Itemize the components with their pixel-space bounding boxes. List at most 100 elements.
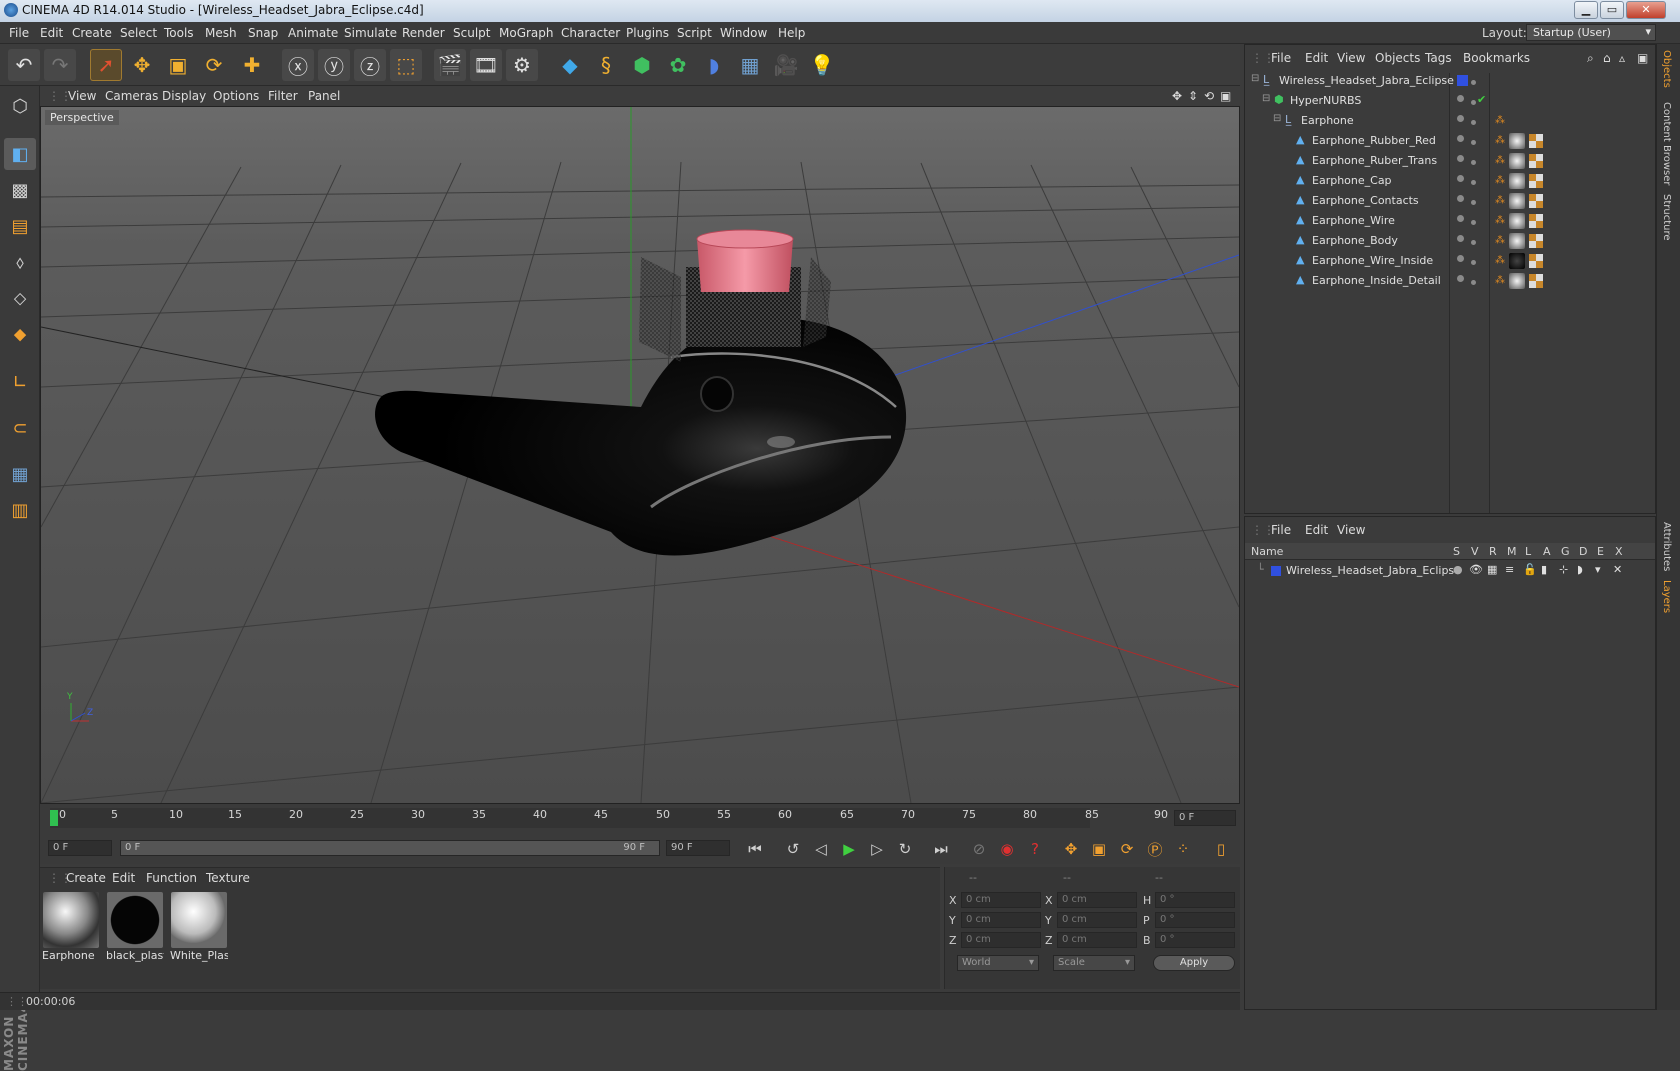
render-view-icon[interactable]: 🎬 (434, 49, 466, 81)
editor-visibility-icon[interactable] (1457, 175, 1464, 182)
y-axis-lock-icon[interactable]: ⓨ (318, 49, 350, 81)
object-name[interactable]: Earphone_Body (1312, 234, 1398, 247)
menu-simulate[interactable]: Simulate (344, 26, 397, 40)
undo-icon[interactable]: ↶ (8, 49, 40, 81)
collapse-icon[interactable]: ⊟ (1262, 93, 1270, 104)
material-menu-function[interactable]: Function (146, 871, 197, 885)
tab-objects[interactable]: Objects (1661, 50, 1672, 88)
coord-mode-select[interactable]: Scale ▾ (1053, 955, 1135, 971)
object-name[interactable]: Earphone (1301, 114, 1354, 127)
minimize-button[interactable]: ▁ (1574, 1, 1598, 19)
object-menu-tags[interactable]: Tags (1425, 51, 1452, 65)
menu-sculpt[interactable]: Sculpt (453, 26, 490, 40)
frame-range-slider[interactable]: 0 F 90 F (120, 840, 660, 856)
editor-visibility-icon[interactable] (1457, 155, 1464, 162)
render-visibility-icon[interactable] (1471, 160, 1476, 165)
key-rotation-icon[interactable]: ⟳ (1116, 838, 1138, 860)
menu-mograph[interactable]: MoGraph (499, 26, 554, 40)
size-x-field[interactable]: 0 cm (1057, 892, 1137, 908)
size-y-field[interactable]: 0 cm (1057, 912, 1137, 928)
layer-name[interactable]: Wireless_Headset_Jabra_Eclipse (1286, 564, 1461, 577)
prev-frame-icon[interactable]: ◁ (810, 838, 832, 860)
object-row[interactable]: ▲ Earphone_Wire ⁂ (1245, 211, 1655, 231)
editor-visibility-icon[interactable] (1457, 135, 1464, 142)
playhead-marker[interactable] (50, 810, 58, 826)
object-menu-edit[interactable]: Edit (1305, 51, 1328, 65)
layer-col-l[interactable]: L (1525, 545, 1531, 558)
layer-color-swatch[interactable] (1457, 75, 1468, 86)
layer-col-a[interactable]: A (1543, 545, 1551, 558)
layer-color-swatch[interactable] (1271, 566, 1281, 576)
key-parameter-icon[interactable]: Ⓟ (1144, 838, 1166, 860)
dolly-view-icon[interactable]: ⇕ (1188, 89, 1198, 103)
maximize-button[interactable]: ▭ (1600, 1, 1624, 19)
object-name[interactable]: Earphone_Contacts (1312, 194, 1419, 207)
object-name[interactable]: Earphone_Ruber_Trans (1312, 154, 1437, 167)
object-name[interactable]: Earphone_Inside_Detail (1312, 274, 1441, 287)
object-row[interactable]: ▲ Earphone_Wire_Inside ⁂ (1245, 251, 1655, 271)
next-key-icon[interactable]: ↻ (894, 838, 916, 860)
menu-help[interactable]: Help (778, 26, 805, 40)
rotation-h-field[interactable]: 0 ° (1155, 892, 1235, 908)
render-visibility-icon[interactable] (1471, 220, 1476, 225)
viewport-menu-cameras[interactable]: Cameras (105, 89, 158, 103)
uvw-tag-icon[interactable] (1529, 154, 1543, 168)
end-frame-field[interactable]: 90 F (666, 840, 730, 856)
layer-deformer-icon[interactable]: ◗ (1577, 563, 1583, 576)
object-name[interactable]: Earphone_Rubber_Red (1312, 134, 1436, 147)
coordinate-system-icon[interactable]: ⬚ (390, 49, 422, 81)
object-menu-bookmarks[interactable]: Bookmarks (1463, 51, 1530, 65)
snap-magnet-icon[interactable]: ⊂ (4, 412, 36, 444)
object-row[interactable]: ▲ Earphone_Inside_Detail ⁂ (1245, 271, 1655, 291)
phong-tag-icon[interactable]: ⁂ (1495, 155, 1505, 166)
timeline-ruler[interactable]: 0 5 10 15 20 25 30 35 40 45 50 55 60 65 … (40, 804, 1240, 834)
layer-col-v[interactable]: V (1471, 545, 1479, 558)
material-tag-icon[interactable] (1509, 273, 1525, 289)
layer-col-s[interactable]: S (1453, 545, 1460, 558)
layer-row[interactable]: └ Wireless_Headset_Jabra_Eclipse ● 👁 ▦ ≡… (1245, 561, 1655, 581)
object-row[interactable]: ⊟ L̲ Wireless_Headset_Jabra_Eclipse (1245, 71, 1655, 91)
autokey-icon[interactable]: ◉ (996, 838, 1018, 860)
workplane-snap-icon[interactable]: ▥ (4, 494, 36, 526)
material-menu-create[interactable]: Create (66, 871, 106, 885)
layer-col-g[interactable]: G (1561, 545, 1570, 558)
layer-menu-view[interactable]: View (1337, 523, 1365, 537)
scale-icon[interactable]: ▣ (162, 49, 194, 81)
phong-tag-icon[interactable]: ⁂ (1495, 275, 1505, 286)
polygons-mode-icon[interactable]: ⬥ (4, 318, 36, 350)
rotate-icon[interactable]: ⟳ (198, 49, 230, 81)
timeline-track[interactable] (50, 808, 1090, 828)
play-icon[interactable]: ▶ (838, 838, 860, 860)
help-icon[interactable]: ? (1024, 838, 1046, 860)
z-axis-lock-icon[interactable]: ⓩ (354, 49, 386, 81)
redo-icon[interactable]: ↷ (44, 49, 76, 81)
nurbs-icon[interactable]: ⬢ (626, 49, 658, 81)
collapse-icon[interactable]: ⊟ (1273, 113, 1281, 124)
menu-snap[interactable]: Snap (248, 26, 278, 40)
toggle-view-icon[interactable]: ▣ (1220, 89, 1231, 103)
uvw-tag-icon[interactable] (1529, 174, 1543, 188)
layer-generator-icon[interactable]: ⊹ (1559, 563, 1568, 576)
material-tag-icon[interactable] (1509, 193, 1525, 209)
render-picture-viewer-icon[interactable]: 🎞 (470, 49, 502, 81)
material-white-plas[interactable]: White_Plas (170, 892, 228, 962)
render-visibility-icon[interactable] (1471, 120, 1476, 125)
material-earphone[interactable]: Earphone (42, 892, 100, 962)
tab-layers[interactable]: Layers (1661, 580, 1672, 613)
layer-solo-icon[interactable]: ● (1453, 563, 1463, 576)
layer-lock-icon[interactable]: 🔓 (1523, 563, 1537, 576)
menu-script[interactable]: Script (677, 26, 712, 40)
object-menu-file[interactable]: File (1271, 51, 1291, 65)
layer-menu-edit[interactable]: Edit (1305, 523, 1328, 537)
viewport-menu-display[interactable]: Display (162, 89, 206, 103)
render-visibility-icon[interactable] (1471, 140, 1476, 145)
menu-tools[interactable]: Tools (164, 26, 194, 40)
tab-structure[interactable]: Structure (1661, 194, 1672, 241)
viewport-menu-options[interactable]: Options (213, 89, 259, 103)
apply-button[interactable]: Apply (1153, 955, 1235, 971)
phong-tag-icon[interactable]: ⁂ (1495, 115, 1505, 126)
pan-view-icon[interactable]: ✥ (1172, 89, 1182, 103)
up-arrow-icon[interactable]: ▵ (1619, 51, 1625, 65)
layer-animation-icon[interactable]: ▮ (1541, 563, 1547, 576)
start-frame-field[interactable]: 0 F (48, 840, 112, 856)
